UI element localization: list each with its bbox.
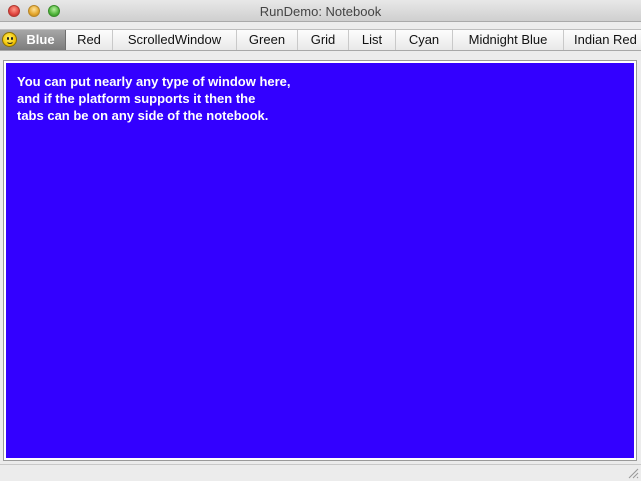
window-title: RunDemo: Notebook xyxy=(259,4,382,19)
tab-grid[interactable]: Grid xyxy=(298,30,349,50)
tab-cyan[interactable]: Cyan xyxy=(396,30,453,50)
status-bar xyxy=(0,464,641,481)
tab-label: List xyxy=(361,32,383,47)
page-text-line-2: and if the platform supports it then the xyxy=(17,91,256,106)
tab-midnight-blue[interactable]: Midnight Blue xyxy=(453,30,564,50)
app-window: RunDemo: Notebook Blue Red ScrolledWindo… xyxy=(0,0,641,481)
tab-red[interactable]: Red xyxy=(66,30,113,50)
title-bar[interactable]: RunDemo: Notebook xyxy=(0,0,641,22)
resize-grip-icon[interactable] xyxy=(628,468,639,479)
tab-green[interactable]: Green xyxy=(237,30,298,50)
tab-label: Red xyxy=(77,32,101,47)
tab-label: Grid xyxy=(310,32,336,47)
tab-scrolledwindow[interactable]: ScrolledWindow xyxy=(113,30,237,50)
page-text-line-1: You can put nearly any type of window he… xyxy=(17,74,291,89)
tab-label: ScrolledWindow xyxy=(127,32,222,47)
tab-label: Midnight Blue xyxy=(468,32,548,47)
tab-label: Cyan xyxy=(408,32,440,47)
tab-label: Indian Red xyxy=(574,32,637,47)
tab-blue[interactable]: Blue xyxy=(0,30,66,50)
smiley-icon xyxy=(2,32,17,47)
notebook-page-frame: You can put nearly any type of window he… xyxy=(3,60,637,461)
tab-indian-red[interactable]: Indian Red xyxy=(564,30,641,50)
tab-label: Blue xyxy=(26,32,55,47)
notebook-page-blue: You can put nearly any type of window he… xyxy=(6,63,634,458)
page-text-line-3: tabs can be on any side of the notebook. xyxy=(17,108,269,123)
tab-label: Green xyxy=(248,32,286,47)
notebook-tab-bar: Blue Red ScrolledWindow Green Grid List … xyxy=(0,29,641,51)
page-description: You can put nearly any type of window he… xyxy=(17,73,291,124)
tab-list[interactable]: List xyxy=(349,30,396,50)
